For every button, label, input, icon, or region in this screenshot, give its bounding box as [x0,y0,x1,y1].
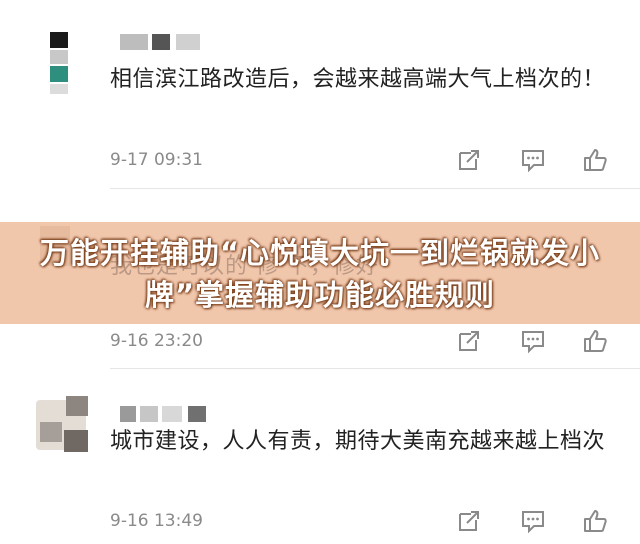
comment-text: 相信滨江路改造后，会越来越高端大气上档次的！ [110,67,606,92]
comment-time: 9-17 09:31 [110,150,203,170]
avatar[interactable] [36,30,88,94]
comment-time: 9-16 13:49 [110,511,203,531]
avatar[interactable] [36,392,88,456]
thumbs-up-icon[interactable] [582,508,608,534]
comment-text: 城市建设，人人有责，期待大美南充越来越上档次 [110,429,606,454]
share-icon[interactable] [456,508,482,534]
comment-icon[interactable] [520,508,546,534]
comment-icon[interactable] [520,147,546,173]
share-icon[interactable] [456,328,482,354]
thumbs-up-icon[interactable] [582,328,608,354]
thumbs-up-icon[interactable] [582,147,608,173]
divider [110,368,640,369]
promo-banner[interactable]: 我也是可以的 修 下，修好 万能开挂辅助“心悦填大坑一到烂锅就发小牌”掌握辅助功… [0,222,640,324]
comment-time: 9-16 23:20 [110,331,203,351]
comment-icon[interactable] [520,328,546,354]
divider [110,188,640,189]
banner-title: 万能开挂辅助“心悦填大坑一到烂锅就发小牌”掌握辅助功能必胜规则 [39,236,601,312]
share-icon[interactable] [456,147,482,173]
